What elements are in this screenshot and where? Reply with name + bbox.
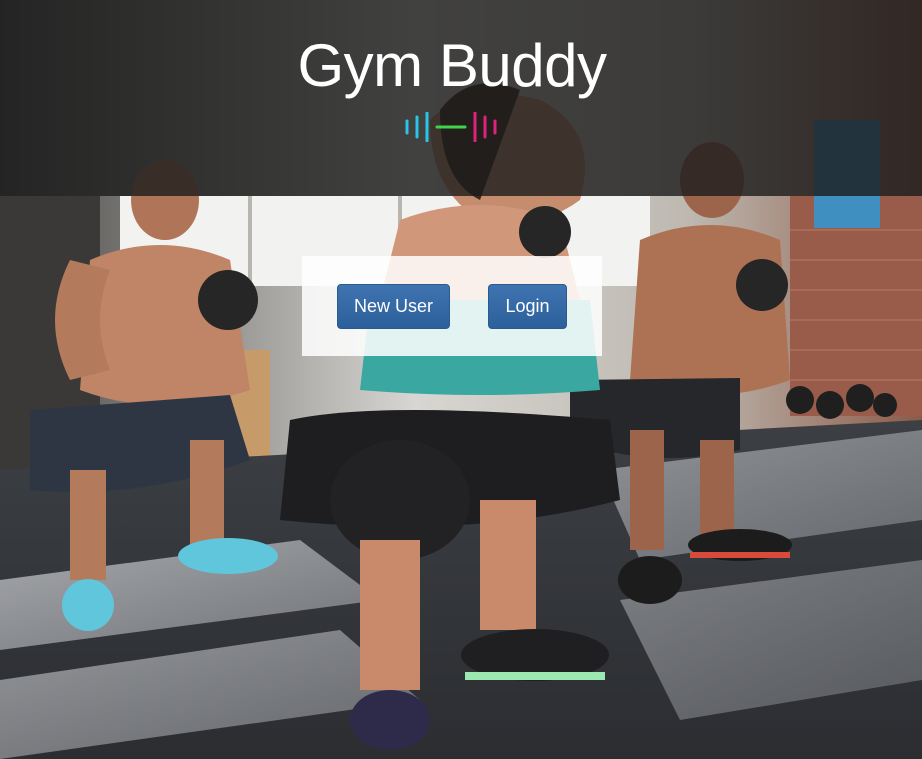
header-band: Gym Buddy (0, 0, 922, 196)
auth-panel: New User Login (302, 256, 602, 356)
equalizer-wave-icon (404, 111, 500, 143)
login-button[interactable]: Login (488, 284, 567, 329)
page-title: Gym Buddy (297, 32, 607, 99)
new-user-button[interactable]: New User (337, 284, 450, 329)
